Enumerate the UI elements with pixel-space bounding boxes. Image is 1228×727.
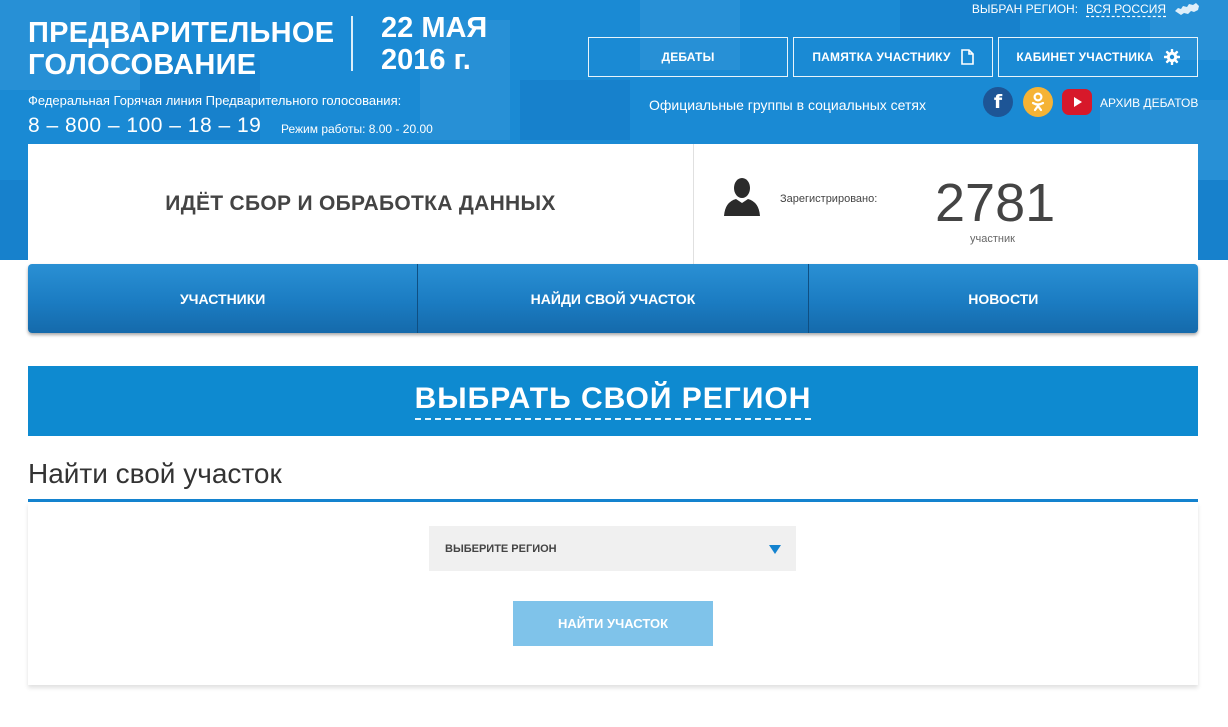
- brand-line-2: ГОЛОСОВАНИЕ: [28, 49, 257, 81]
- russia-map-icon: [1175, 3, 1199, 15]
- nav-item-news[interactable]: НОВОСТИ: [808, 264, 1198, 333]
- memo-button-label: ПАМЯТКА УЧАСТНИКУ: [812, 50, 951, 64]
- choose-region-link[interactable]: ВЫБРАТЬ СВОЙ РЕГИОН: [414, 382, 812, 420]
- nav-item-find-precinct[interactable]: НАЙДИ СВОЙ УЧАСТОК: [418, 264, 809, 333]
- debates-archive-link[interactable]: АРХИВ ДЕБАТОВ: [1100, 96, 1198, 110]
- status-card: ИДЁТ СБОР И ОБРАБОТКА ДАННЫХ Зарегистрир…: [28, 144, 1198, 264]
- chevron-down-icon: [769, 545, 781, 554]
- facebook-icon[interactable]: f: [983, 87, 1013, 117]
- find-precinct-title: Найти свой участок: [28, 458, 282, 489]
- debates-button[interactable]: ДЕБАТЫ: [588, 37, 788, 77]
- working-hours: Режим работы: 8.00 - 20.00: [281, 122, 433, 136]
- choose-region-banner[interactable]: ВЫБРАТЬ СВОЙ РЕГИОН: [28, 366, 1198, 436]
- election-date: 22 МАЯ 2016 г.: [381, 12, 487, 76]
- participant-cabinet-button[interactable]: КАБИНЕТ УЧАСТНИКА: [998, 37, 1198, 77]
- main-nav: УЧАСТНИКИ НАЙДИ СВОЙ УЧАСТОК НОВОСТИ: [28, 264, 1198, 333]
- participant-memo-button[interactable]: ПАМЯТКА УЧАСТНИКУ: [793, 37, 993, 77]
- region-label: ВЫБРАН РЕГИОН:: [971, 2, 1079, 16]
- status-divider: [693, 144, 694, 264]
- debates-button-label: ДЕБАТЫ: [661, 50, 715, 64]
- hotline-label: Федеральная Горячая линия Предварительно…: [28, 93, 402, 108]
- find-precinct-button[interactable]: НАЙТИ УЧАСТОК: [513, 601, 713, 646]
- social-groups-label: Официальные группы в социальных сетях: [649, 97, 926, 113]
- gear-icon: [1163, 49, 1180, 65]
- date-line-2: 2016 г.: [381, 44, 471, 76]
- user-silhouette-icon: [724, 178, 760, 216]
- odnoklassniki-icon[interactable]: [1023, 87, 1053, 117]
- hotline-phone[interactable]: 8 – 800 – 100 – 18 – 19: [28, 114, 261, 138]
- date-line-1: 22 МАЯ: [381, 12, 488, 44]
- registered-unit: участник: [970, 233, 1015, 245]
- region-select[interactable]: ВЫБЕРИТЕ РЕГИОН: [429, 526, 796, 571]
- registered-count: 2781: [935, 173, 1056, 233]
- document-icon: [960, 49, 974, 65]
- brand-line-1: ПРЕДВАРИТЕЛЬНОЕ: [28, 17, 335, 49]
- nav-item-participants[interactable]: УЧАСТНИКИ: [28, 264, 419, 333]
- region-select-value: ВЫБЕРИТЕ РЕГИОН: [445, 542, 557, 555]
- status-text: ИДЁТ СБОР И ОБРАБОТКА ДАННЫХ: [165, 192, 556, 215]
- selected-region: ВЫБРАН РЕГИОН: ВСЯ РОССИЯ: [972, 2, 1200, 16]
- region-link[interactable]: ВСЯ РОССИЯ: [1086, 2, 1166, 16]
- cabinet-button-label: КАБИНЕТ УЧАСТНИКА: [1016, 50, 1154, 64]
- brand-title[interactable]: ПРЕДВАРИТЕЛЬНОЕ ГОЛОСОВАНИЕ: [28, 17, 334, 81]
- youtube-icon[interactable]: [1062, 89, 1092, 115]
- registered-label: Зарегистрировано:: [780, 193, 878, 205]
- brand-divider: [351, 16, 353, 71]
